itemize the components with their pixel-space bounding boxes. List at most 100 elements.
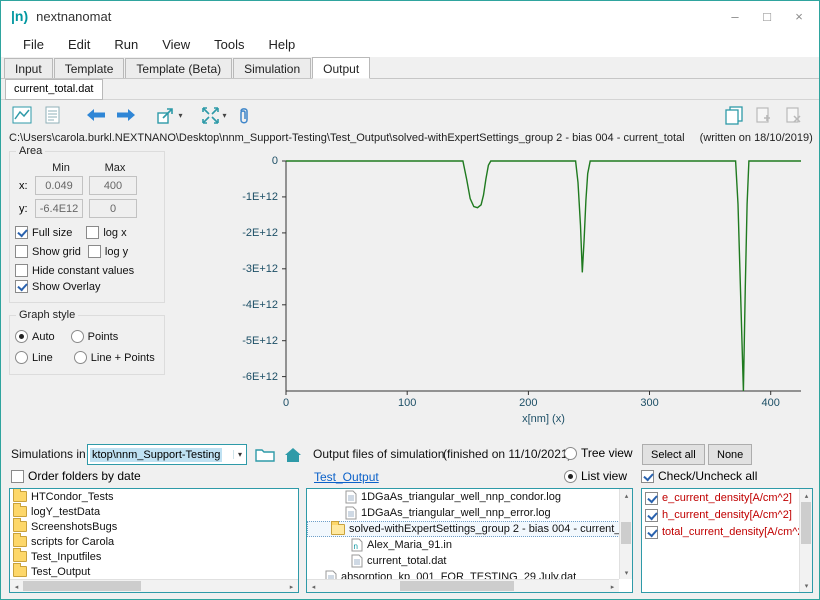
minimize-icon[interactable]: – — [719, 1, 751, 31]
log-x-option[interactable]: log x — [86, 226, 126, 239]
folder-item[interactable]: Test_Inputfiles — [10, 549, 298, 564]
order-folders-option[interactable]: Order folders by date — [11, 469, 141, 483]
hide-constant-checkbox[interactable] — [15, 264, 28, 277]
test-output-link[interactable]: Test_Output — [314, 470, 379, 484]
order-folders-checkbox[interactable] — [11, 470, 24, 483]
tab-template[interactable]: Template — [54, 58, 125, 78]
menu-run[interactable]: Run — [102, 33, 150, 56]
auto-radio[interactable] — [15, 330, 28, 343]
y-min-field[interactable] — [35, 199, 83, 218]
folder-item[interactable]: scripts for Carola — [10, 534, 298, 549]
file-item[interactable]: n Alex_Maria_91.in — [307, 537, 632, 553]
line-points-radio[interactable] — [74, 351, 87, 364]
x-max-field[interactable] — [89, 176, 137, 195]
curve-checkbox[interactable] — [645, 526, 658, 539]
tab-simulation[interactable]: Simulation — [233, 58, 311, 78]
y-max-field[interactable] — [89, 199, 137, 218]
style-line-points-option[interactable]: Line + Points — [74, 351, 155, 364]
scroll-down-icon[interactable]: ▾ — [800, 579, 813, 592]
show-overlay-option[interactable]: Show Overlay — [15, 280, 159, 293]
log-x-checkbox[interactable] — [86, 226, 99, 239]
tab-template-beta[interactable]: Template (Beta) — [125, 58, 232, 78]
graph-view-button[interactable] — [9, 102, 35, 128]
hide-constant-option[interactable]: Hide constant values — [15, 264, 159, 277]
show-grid-option[interactable]: Show grid — [15, 245, 81, 258]
folder-item[interactable]: ScreenshotsBugs — [10, 519, 298, 534]
browse-folder-button[interactable] — [253, 444, 277, 465]
simulation-folder-dropdown[interactable]: ktop\nnm_Support-Testing ▾ — [87, 444, 247, 465]
back-button[interactable] — [83, 102, 109, 128]
show-overlay-checkbox[interactable] — [15, 280, 28, 293]
log-y-option[interactable]: log y — [88, 245, 128, 258]
x-min-field[interactable] — [35, 176, 83, 195]
show-grid-checkbox[interactable] — [15, 245, 28, 258]
scrollbar-thumb[interactable] — [801, 502, 811, 544]
vertical-scrollbar[interactable]: ▴ ▾ — [619, 489, 632, 579]
tab-current-total-dat[interactable]: current_total.dat — [5, 79, 103, 100]
overlay-add-button[interactable] — [751, 102, 777, 128]
none-button[interactable]: None — [708, 444, 752, 465]
attach-overlay-button[interactable] — [231, 102, 257, 128]
finished-date-label: (finished on 11/10/2021) — [443, 447, 572, 461]
forward-button[interactable] — [113, 102, 139, 128]
list-view-radio[interactable] — [564, 470, 577, 483]
overlay-remove-button[interactable] — [781, 102, 807, 128]
scroll-right-icon[interactable]: ▸ — [606, 580, 619, 593]
scroll-up-icon[interactable]: ▴ — [800, 489, 813, 502]
scroll-up-icon[interactable]: ▴ — [620, 489, 633, 502]
text-view-button[interactable] — [39, 102, 65, 128]
tree-view-option[interactable]: Tree view — [564, 446, 633, 460]
curve-checkbox[interactable] — [645, 492, 658, 505]
horizontal-scrollbar[interactable]: ◂ ▸ — [307, 579, 619, 592]
scroll-right-icon[interactable]: ▸ — [285, 580, 298, 593]
menu-view[interactable]: View — [150, 33, 202, 56]
file-path: C:\Users\carola.burkl.NEXTNANO\Desktop\n… — [9, 132, 685, 144]
scrollbar-thumb[interactable] — [23, 581, 141, 591]
curve-item[interactable]: total_current_density[A/cm^2] — [642, 523, 812, 540]
menu-help[interactable]: Help — [257, 33, 308, 56]
tree-view-radio[interactable] — [564, 447, 577, 460]
horizontal-scrollbar[interactable]: ◂ ▸ — [10, 579, 298, 592]
scrollbar-thumb[interactable] — [621, 522, 631, 544]
line-radio[interactable] — [15, 351, 28, 364]
style-auto-option[interactable]: Auto — [15, 330, 55, 343]
overlay-pages-button[interactable] — [721, 102, 747, 128]
full-size-option[interactable]: Full size — [15, 226, 72, 239]
menu-file[interactable]: File — [11, 33, 56, 56]
curve-item[interactable]: e_current_density[A/cm^2] — [642, 489, 812, 506]
file-item[interactable]: current_total.dat — [307, 553, 632, 569]
file-item-selected[interactable]: solved-withExpertSettings_group 2 - bias… — [307, 521, 632, 537]
curve-checkbox[interactable] — [645, 509, 658, 522]
full-size-checkbox[interactable] — [15, 226, 28, 239]
list-view-option[interactable]: List view — [564, 469, 627, 483]
scroll-left-icon[interactable]: ◂ — [307, 580, 320, 593]
tab-output[interactable]: Output — [312, 57, 370, 79]
folder-item[interactable]: HTCondor_Tests — [10, 489, 298, 504]
fit-view-button[interactable]: ▾ — [201, 102, 227, 128]
file-item[interactable]: 1DGaAs_triangular_well_nnp_error.log — [307, 505, 632, 521]
folder-item[interactable]: Test_Output — [10, 564, 298, 579]
home-button[interactable] — [281, 444, 305, 465]
file-item[interactable]: 1DGaAs_triangular_well_nnp_condor.log — [307, 489, 632, 505]
folder-item[interactable]: logY_testData — [10, 504, 298, 519]
close-icon[interactable]: × — [783, 1, 815, 31]
check-uncheck-checkbox[interactable] — [641, 470, 654, 483]
menu-tools[interactable]: Tools — [202, 33, 256, 56]
curve-item[interactable]: h_current_density[A/cm^2] — [642, 506, 812, 523]
scroll-left-icon[interactable]: ◂ — [10, 580, 23, 593]
export-button[interactable]: ▾ — [157, 102, 183, 128]
check-uncheck-option[interactable]: Check/Uncheck all — [641, 469, 757, 483]
maximize-icon[interactable]: □ — [751, 1, 783, 31]
select-all-button[interactable]: Select all — [642, 444, 705, 465]
scroll-down-icon[interactable]: ▾ — [620, 566, 633, 579]
tab-input[interactable]: Input — [4, 58, 53, 78]
points-radio[interactable] — [71, 330, 84, 343]
style-points-option[interactable]: Points — [71, 330, 119, 343]
style-line-option[interactable]: Line — [15, 351, 53, 364]
vertical-scrollbar[interactable]: ▴ ▾ — [799, 489, 812, 592]
menu-edit[interactable]: Edit — [56, 33, 102, 56]
folder-icon — [13, 491, 27, 502]
chevron-down-icon[interactable]: ▾ — [233, 450, 246, 459]
log-y-checkbox[interactable] — [88, 245, 101, 258]
scrollbar-thumb[interactable] — [400, 581, 514, 591]
